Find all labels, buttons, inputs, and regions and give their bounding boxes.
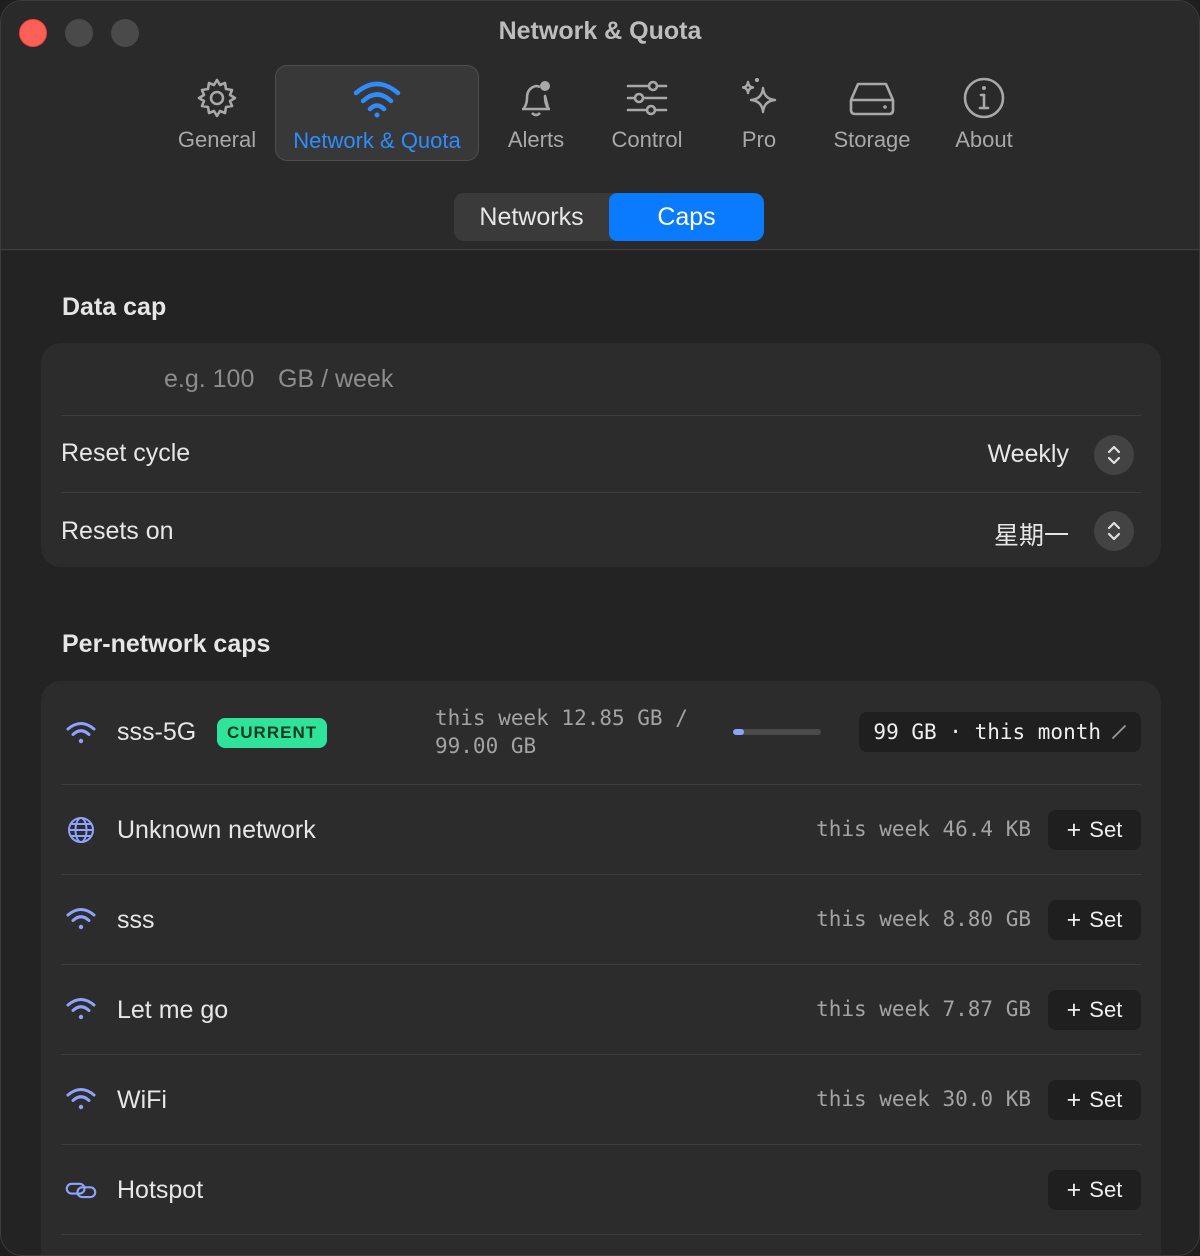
- cap-unit-label: GB / week: [278, 365, 394, 393]
- data-cap-card: e.g. 100 GB / week Reset cycle Weekly Re…: [41, 343, 1161, 567]
- network-usage: this week 8.80 GB: [816, 907, 1031, 931]
- wifi-icon: [65, 993, 97, 1025]
- info-icon: [962, 75, 1006, 121]
- pencil-icon: [1111, 724, 1127, 740]
- network-usage: this week 12.85 GB / 99.00 GB: [435, 706, 688, 758]
- reset-cycle-value[interactable]: Weekly: [987, 440, 1069, 469]
- tab-pro-label: Pro: [741, 127, 777, 152]
- segment-caps[interactable]: Caps: [609, 193, 764, 241]
- tab-general[interactable]: General: [168, 65, 266, 161]
- titlebar: Network & Quota General Network & Quota …: [1, 1, 1199, 250]
- reset-cycle-label: Reset cycle: [61, 439, 191, 467]
- network-row-let-me-go: Let me go this week 7.87 GB + Set: [61, 965, 1141, 1055]
- reset-cycle-stepper[interactable]: [1094, 435, 1134, 475]
- tab-storage-label: Storage: [833, 127, 911, 152]
- set-cap-label: Set: [1089, 907, 1123, 932]
- plus-icon: +: [1066, 995, 1082, 1024]
- tab-general-label: General: [177, 127, 257, 152]
- tab-storage[interactable]: Storage: [823, 65, 921, 161]
- set-cap-label: Set: [1089, 1087, 1123, 1112]
- tab-control-label: Control: [611, 127, 683, 152]
- resets-on-label: Resets on: [61, 517, 174, 545]
- network-row-unknown: Unknown network this week 46.4 KB + Set: [61, 785, 1141, 875]
- set-cap-button[interactable]: + Set: [1048, 810, 1141, 850]
- tab-pro[interactable]: Pro: [723, 65, 795, 161]
- network-name: Hotspot: [117, 1176, 204, 1204]
- usage-progress-bar: [733, 729, 821, 735]
- wifi-icon: [65, 1083, 97, 1115]
- bell-icon: [514, 75, 558, 121]
- network-name: Let me go: [117, 996, 229, 1024]
- set-cap-button[interactable]: + Set: [1048, 1170, 1141, 1210]
- wifi-icon: [353, 76, 401, 122]
- tab-alerts[interactable]: Alerts: [495, 65, 577, 161]
- network-row-hotspot: Hotspot + Set: [61, 1145, 1141, 1235]
- cap-amount-input[interactable]: e.g. 100: [164, 365, 254, 394]
- resets-on-row: Resets on 星期一: [61, 493, 1141, 567]
- usage-progress-fill: [733, 729, 745, 735]
- network-usage: this week 7.87 GB: [816, 997, 1031, 1021]
- reset-cycle-row: Reset cycle Weekly: [61, 416, 1141, 493]
- tab-network-quota-label: Network & Quota: [293, 128, 461, 153]
- caps-content: Data cap e.g. 100 GB / week Reset cycle …: [1, 251, 1199, 1255]
- set-cap-button[interactable]: + Set: [1048, 990, 1141, 1030]
- view-segmented-control: Networks Caps: [454, 193, 764, 241]
- network-name: WiFi: [117, 1086, 167, 1114]
- link-icon: [65, 1174, 97, 1206]
- tab-about-label: About: [955, 127, 1013, 152]
- cap-amount-row: e.g. 100 GB / week: [61, 343, 1141, 416]
- set-cap-button[interactable]: + Set: [1048, 900, 1141, 940]
- wifi-icon: [65, 717, 97, 749]
- wifi-icon: [65, 903, 97, 935]
- cap-value: 99 GB · this month: [873, 720, 1101, 744]
- resets-on-stepper[interactable]: [1094, 511, 1134, 551]
- tab-alerts-label: Alerts: [507, 127, 565, 152]
- resets-on-value[interactable]: 星期一: [994, 516, 1069, 552]
- per-network-card: sss-5G CURRENT this week 12.85 GB / 99.0…: [41, 681, 1161, 1255]
- network-name: Unknown network: [117, 816, 316, 844]
- globe-icon: [65, 814, 97, 846]
- chevron-updown-icon: [1107, 445, 1121, 465]
- preferences-window: Network & Quota General Network & Quota …: [0, 0, 1200, 1256]
- plus-icon: +: [1066, 1085, 1082, 1114]
- sparkles-icon: [737, 75, 781, 121]
- segment-networks[interactable]: Networks: [454, 193, 609, 241]
- chevron-updown-icon: [1107, 521, 1121, 541]
- plus-icon: +: [1066, 1175, 1082, 1204]
- network-row-wifi: WiFi this week 30.0 KB + Set: [61, 1055, 1141, 1145]
- window-title: Network & Quota: [498, 17, 702, 45]
- preferences-toolbar: General Network & Quota Alerts Control P…: [1, 65, 1199, 161]
- network-row-sss-5g: sss-5G CURRENT this week 12.85 GB / 99.0…: [61, 681, 1141, 785]
- tab-network-quota[interactable]: Network & Quota: [275, 65, 479, 161]
- set-cap-label: Set: [1089, 997, 1123, 1022]
- gear-icon: [195, 75, 239, 121]
- network-usage: this week 30.0 KB: [816, 1087, 1031, 1111]
- network-row-sss: sss this week 8.80 GB + Set: [61, 875, 1141, 965]
- set-cap-label: Set: [1089, 817, 1123, 842]
- drive-icon: [847, 75, 897, 121]
- network-name: sss-5G: [117, 718, 197, 746]
- tab-control[interactable]: Control: [601, 65, 693, 161]
- sliders-icon: [625, 75, 669, 121]
- cap-edit-button[interactable]: 99 GB · this month: [859, 712, 1141, 752]
- network-name: sss: [117, 906, 155, 934]
- plus-icon: +: [1066, 815, 1082, 844]
- set-cap-button[interactable]: + Set: [1048, 1080, 1141, 1120]
- set-cap-label: Set: [1089, 1177, 1123, 1202]
- per-network-section-title: Per-network caps: [62, 630, 271, 658]
- data-cap-section-title: Data cap: [62, 293, 167, 321]
- network-usage: this week 46.4 KB: [816, 817, 1031, 841]
- current-badge: CURRENT: [217, 718, 328, 748]
- plus-icon: +: [1066, 905, 1082, 934]
- tab-about[interactable]: About: [946, 65, 1022, 161]
